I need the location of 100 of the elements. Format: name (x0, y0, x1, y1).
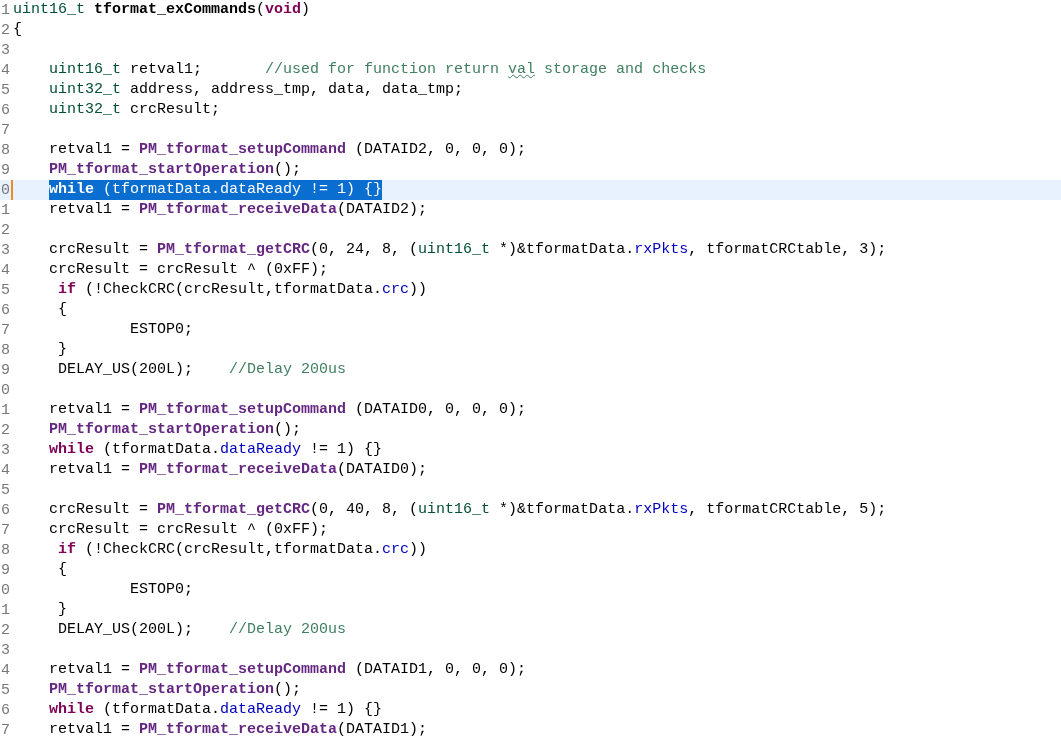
function-call: PM_tformat_startOperation (49, 420, 275, 440)
function-call: PM_tformat_startOperation (49, 160, 275, 180)
code-text: (DATAID1, 0, 0, 0); (355, 660, 527, 680)
line-number: 5 (0, 81, 10, 99)
code-text: (!CheckCRC(crcResult,tformatData. (85, 540, 383, 560)
function-call: PM_tformat_getCRC (157, 500, 311, 520)
code-text: retval1 = (49, 140, 131, 160)
code-text: (DATAID1); (337, 720, 428, 740)
code-text: (0, 40, 8, ( (310, 500, 419, 520)
line-number: 0 (0, 581, 10, 599)
code-text: retval1 = (49, 460, 131, 480)
code-text: (DATAID0, 0, 0, 0); (355, 400, 527, 420)
type-name: uint16_t (49, 60, 121, 80)
line-number: 7 (0, 521, 10, 539)
code-text: (tformatData. (103, 700, 221, 720)
line-number: 3 (0, 241, 10, 259)
line-number: 7 (0, 121, 10, 139)
selected-text: (tformatData. (94, 180, 221, 200)
code-text: ESTOP0; (130, 320, 193, 340)
code-text: )) (409, 540, 428, 560)
code-text: (tformatData. (103, 440, 221, 460)
code-text: retval1 = (49, 660, 131, 680)
code-text: )) (409, 280, 428, 300)
line-number: 7 (0, 321, 10, 339)
line-number: 5 (0, 481, 10, 499)
line-number: 1 (0, 1, 10, 19)
keyword: if (58, 280, 76, 300)
line-number: 3 (0, 641, 10, 659)
code-text: DELAY_US(200L); (58, 360, 195, 380)
code-text: retval1 = (49, 720, 131, 740)
code-text: } (58, 340, 67, 360)
field-name: crc (382, 540, 410, 560)
line-number: 6 (0, 501, 10, 519)
current-line-marker (11, 180, 13, 200)
code-text: retval1; (130, 60, 204, 80)
line-number: 0 (0, 381, 10, 399)
field-name: crc (382, 280, 410, 300)
function-declaration: tformat_exCommands (94, 0, 257, 20)
type-name: uint16_t (13, 0, 85, 20)
function-call: PM_tformat_receiveData (139, 460, 338, 480)
line-number: 5 (0, 281, 10, 299)
field-name: dataReady (220, 700, 302, 720)
line-number: 2 (0, 221, 10, 239)
line-number: 5 (0, 681, 10, 699)
comment: //Delay 200us (229, 620, 347, 640)
line-number: 6 (0, 701, 10, 719)
type-name: uint16_t (418, 240, 491, 260)
code-text: { (13, 20, 22, 40)
comment: //Delay 200us (229, 360, 347, 380)
type-name: uint32_t (49, 100, 121, 120)
code-text: ( (256, 0, 266, 20)
keyword: if (58, 540, 76, 560)
line-number: 4 (0, 661, 10, 679)
code-text: retval1 = (49, 200, 131, 220)
code-text: , tformatCRCtable, 3); (688, 240, 887, 260)
line-number: 8 (0, 341, 10, 359)
line-number: 4 (0, 261, 10, 279)
code-text: crcResult; (130, 100, 221, 120)
code-text: (); (274, 160, 302, 180)
code-text: *)&tformatData. (499, 500, 635, 520)
code-text: crcResult = (49, 240, 150, 260)
function-call: PM_tformat_setupCommand (139, 140, 347, 160)
line-number: 1 (0, 201, 10, 219)
function-call: PM_tformat_setupCommand (139, 400, 347, 420)
comment: //used for function return (265, 60, 501, 80)
code-text: { (58, 300, 67, 320)
line-number: 1 (0, 601, 10, 619)
code-text: (DATAID2); (337, 200, 428, 220)
code-text: crcResult = crcResult ^ (0xFF); (49, 520, 329, 540)
code-text: retval1 = (49, 400, 131, 420)
selected-text: while (49, 180, 94, 200)
misspelled-word: val (508, 60, 536, 80)
function-call: PM_tformat_receiveData (139, 720, 338, 740)
code-text: (); (274, 420, 302, 440)
code-text: , tformatCRCtable, 5); (688, 500, 887, 520)
line-number: 9 (0, 161, 10, 179)
code-text: (DATAID0); (337, 460, 428, 480)
line-number: 0 (0, 181, 10, 199)
code-text: { (58, 560, 67, 580)
line-number: 2 (0, 21, 10, 39)
code-text: address, address_tmp, data, data_tmp; (130, 80, 464, 100)
code-text: (!CheckCRC(crcResult,tformatData. (85, 280, 383, 300)
code-text: != 1) {} (310, 440, 383, 460)
field-name: rxPkts (634, 500, 689, 520)
line-number: 2 (0, 421, 10, 439)
line-number: 3 (0, 441, 10, 459)
code-text: (); (274, 680, 302, 700)
keyword: void (265, 0, 302, 20)
code-text: ESTOP0; (130, 580, 193, 600)
code-text: crcResult = (49, 500, 150, 520)
type-name: uint32_t (49, 80, 121, 100)
type-name: uint16_t (418, 500, 491, 520)
function-call: PM_tformat_receiveData (139, 200, 338, 220)
code-text: (0, 24, 8, ( (310, 240, 419, 260)
line-number: 6 (0, 101, 10, 119)
selected-text: != 1) {} (301, 180, 383, 200)
code-text: != 1) {} (310, 700, 383, 720)
code-text: crcResult = crcResult ^ (0xFF); (49, 260, 329, 280)
function-call: PM_tformat_setupCommand (139, 660, 347, 680)
code-text: ) (301, 0, 311, 20)
